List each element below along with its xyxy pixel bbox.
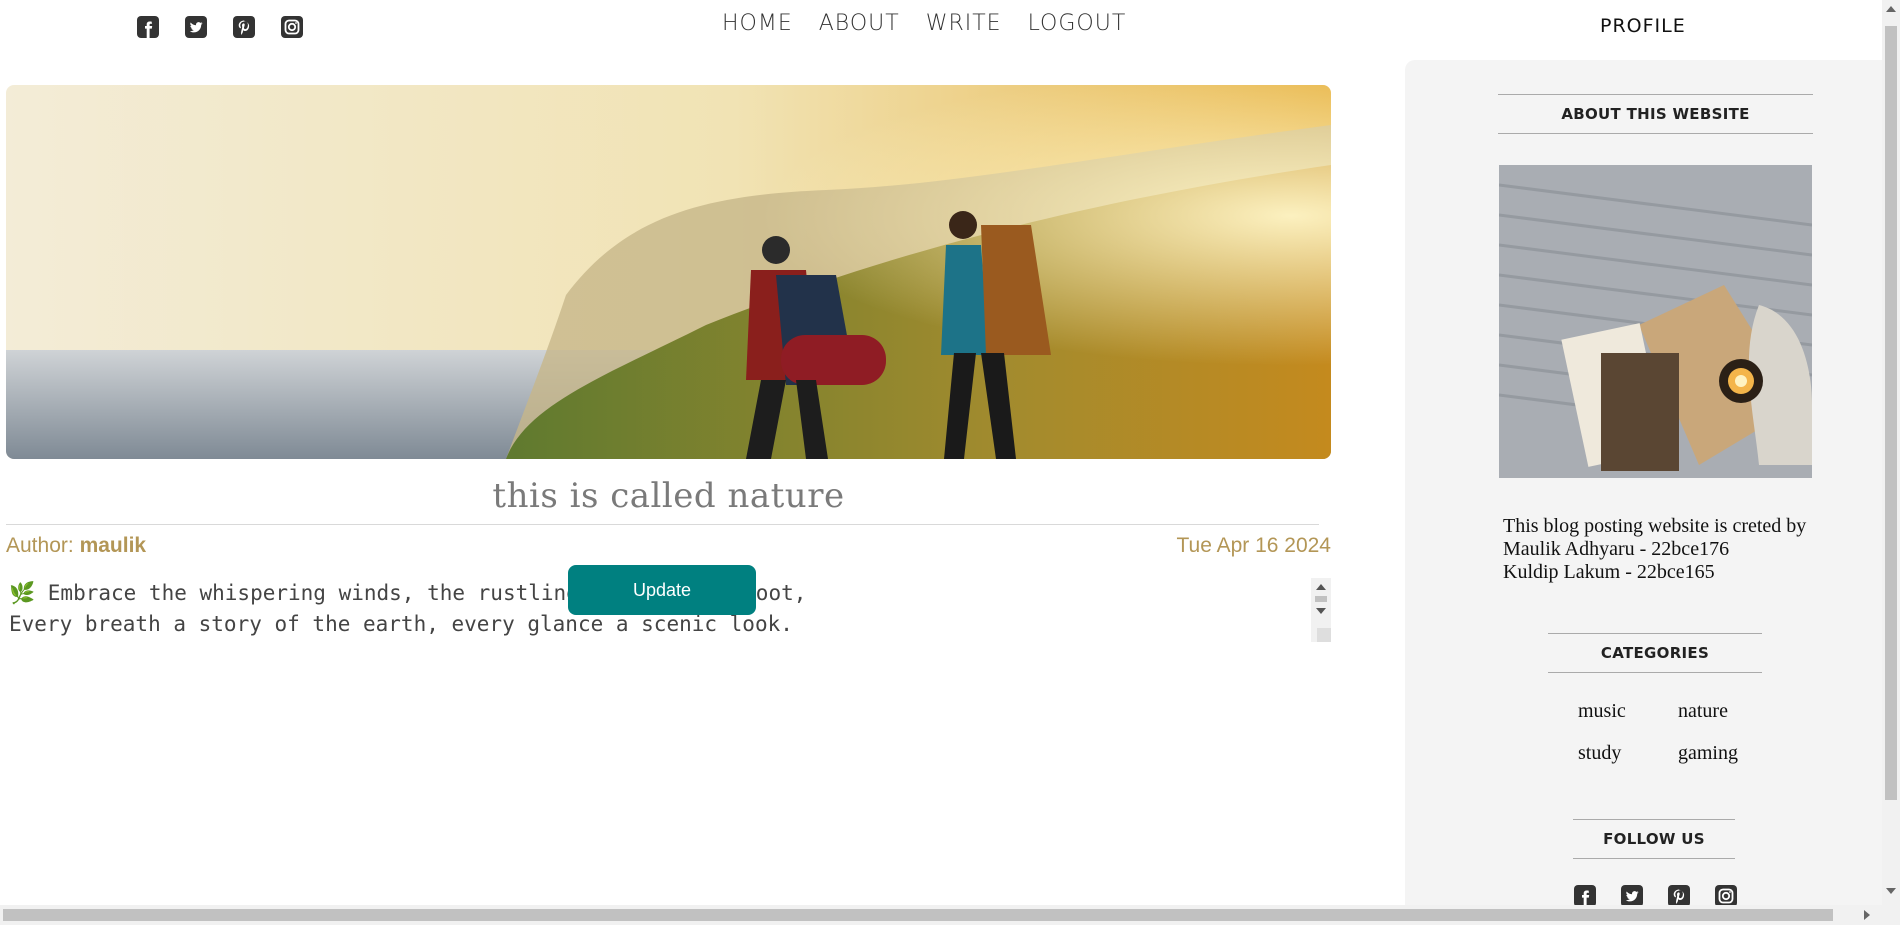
scroll-right-icon[interactable]	[1864, 910, 1870, 920]
post-date: Tue Apr 16 2024	[1176, 534, 1331, 557]
post-image	[6, 85, 1331, 459]
facebook-icon[interactable]	[136, 15, 160, 39]
about-line-1: This blog posting website is creted by	[1503, 515, 1807, 537]
scroll-down-icon[interactable]	[1886, 888, 1896, 894]
scroll-up-icon[interactable]	[1316, 584, 1326, 590]
page-vertical-scrollbar[interactable]	[1882, 0, 1900, 925]
category-gaming[interactable]: gaming	[1678, 742, 1778, 765]
about-line-2: Maulik Adhyaru - 22bce176	[1503, 538, 1730, 560]
horizontal-scroll-thumb[interactable]	[3, 909, 1833, 921]
sidebar: ABOUT THIS WEBSITE This blog posting web…	[1405, 60, 1882, 925]
about-image	[1499, 165, 1812, 478]
author-name-link[interactable]: maulik	[80, 534, 147, 557]
categories-list: music nature study gaming	[1578, 700, 1778, 765]
post-meta: Author: maulik Tue Apr 16 2024	[6, 534, 1331, 558]
main-nav: HOME ABOUT WRITE LOGOUT	[722, 11, 1126, 36]
vertical-scroll-thumb[interactable]	[1885, 26, 1897, 800]
resize-handle-icon[interactable]	[1317, 628, 1331, 642]
about-line-3: Kuldip Lakum - 22bce165	[1503, 561, 1715, 583]
category-music[interactable]: music	[1578, 700, 1678, 723]
twitter-icon[interactable]	[184, 15, 208, 39]
scroll-down-icon[interactable]	[1316, 608, 1326, 614]
post-author: Author: maulik	[6, 534, 146, 558]
title-divider	[6, 524, 1319, 525]
follow-title: FOLLOW US	[1573, 819, 1735, 859]
about-text: This blog posting website is creted by M…	[1503, 515, 1833, 584]
page-horizontal-scrollbar[interactable]	[0, 905, 1882, 925]
categories-title: CATEGORIES	[1548, 633, 1762, 673]
single-post: this is called nature Author: maulik Tue…	[6, 85, 1331, 642]
scroll-thumb[interactable]	[1315, 596, 1327, 602]
profile-link[interactable]: PROFILE	[1600, 15, 1686, 37]
nav-about-link[interactable]: ABOUT	[819, 11, 900, 36]
pinterest-icon[interactable]	[232, 15, 256, 39]
post-title: this is called nature	[492, 476, 845, 516]
instagram-icon[interactable]	[280, 15, 304, 39]
post-body-line-2: Every breath a story of the earth, every…	[9, 612, 793, 636]
category-nature[interactable]: nature	[1678, 700, 1778, 723]
top-social-links	[136, 15, 304, 39]
about-title: ABOUT THIS WEBSITE	[1498, 94, 1813, 134]
nav-logout-link[interactable]: LOGOUT	[1028, 11, 1127, 36]
nav-home-link[interactable]: HOME	[722, 11, 793, 36]
top-bar: HOME ABOUT WRITE LOGOUT PROFILE	[0, 0, 1882, 56]
update-button[interactable]: Update	[568, 565, 756, 615]
category-study[interactable]: study	[1578, 742, 1678, 765]
scroll-up-icon[interactable]	[1886, 6, 1896, 12]
nav-write-link[interactable]: WRITE	[926, 11, 1002, 36]
author-label: Author:	[6, 534, 74, 557]
